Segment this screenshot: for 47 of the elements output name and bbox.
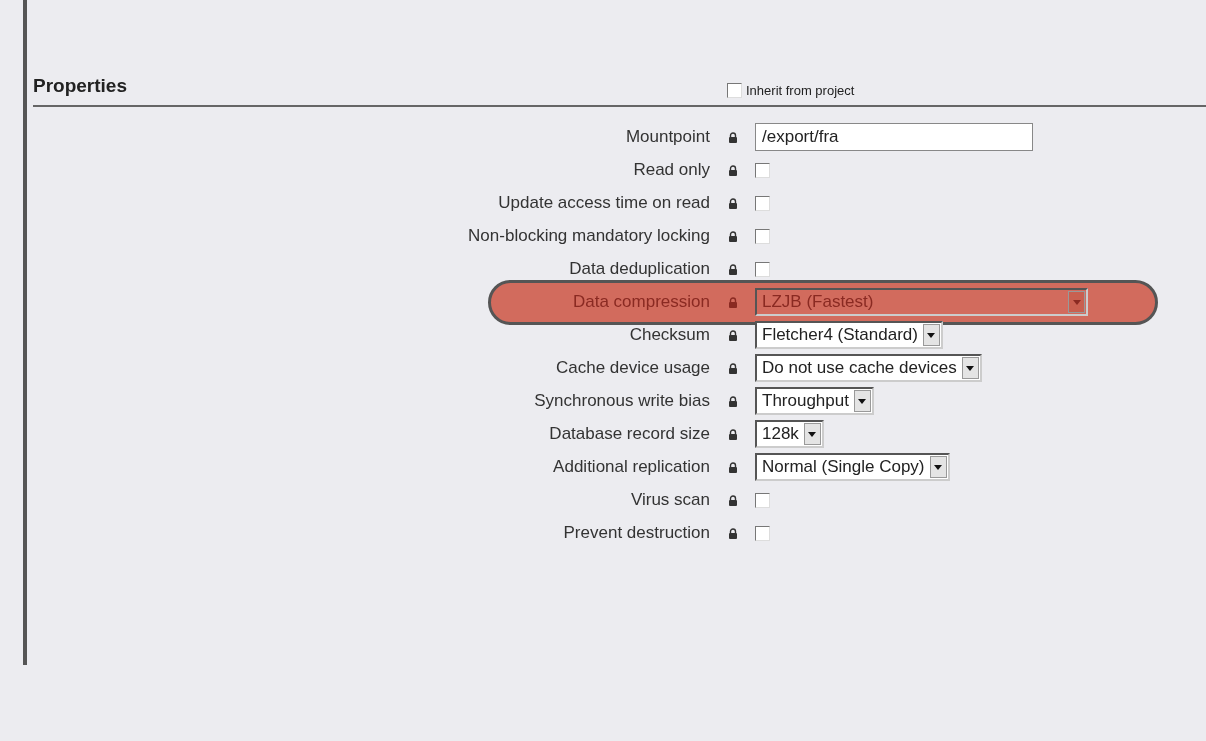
- field-label: Data deduplication: [569, 258, 710, 281]
- field-label: Database record size: [549, 423, 710, 446]
- field-label: Data compression: [573, 291, 710, 314]
- lock-icon: [727, 428, 738, 440]
- field-label: Read only: [633, 159, 710, 182]
- field-label: Additional replication: [553, 456, 710, 479]
- dropdown-value: Throughput: [761, 390, 850, 413]
- checkbox[interactable]: [755, 162, 770, 178]
- lock-icon: [727, 329, 738, 341]
- dropdown-value: Fletcher4 (Standard): [761, 324, 919, 347]
- lock-icon: [727, 395, 738, 407]
- checkbox[interactable]: [755, 525, 770, 541]
- lock-icon: [727, 230, 738, 242]
- lock-icon: [727, 164, 738, 176]
- dropdown-value: 128k: [761, 423, 800, 446]
- field-label: Checksum: [629, 324, 710, 347]
- checkbox[interactable]: [755, 195, 770, 211]
- field-label: Cache device usage: [555, 357, 710, 380]
- field-label: Virus scan: [630, 489, 710, 512]
- dropdown[interactable]: Fletcher4 (Standard): [755, 321, 943, 349]
- text-field[interactable]: /export/fra: [755, 123, 1033, 151]
- section-title: Properties: [33, 74, 128, 98]
- dropdown[interactable]: 128k: [755, 420, 824, 448]
- lock-icon: [727, 131, 738, 143]
- dropdown-value: LZJB (Fastest): [761, 291, 875, 314]
- checkbox[interactable]: [727, 83, 742, 99]
- dropdown[interactable]: Normal (Single Copy): [755, 453, 950, 481]
- lock-icon: [727, 263, 738, 275]
- checkbox-label: Inherit from project: [746, 82, 855, 100]
- lock-icon: [727, 296, 738, 308]
- checkbox[interactable]: [755, 492, 770, 508]
- lock-icon: [727, 362, 738, 374]
- field-label: Synchronous write bias: [534, 390, 710, 413]
- lock-icon: [727, 197, 738, 209]
- lock-icon: [727, 527, 738, 539]
- field-label: Non-blocking mandatory locking: [468, 225, 710, 248]
- dropdown[interactable]: Do not use cache devices: [755, 354, 982, 382]
- lock-icon: [727, 461, 738, 473]
- dropdown[interactable]: Throughput: [755, 387, 874, 415]
- field-label: Update access time on read: [498, 192, 710, 215]
- field-label: Mountpoint: [625, 126, 710, 149]
- dropdown-value: Normal (Single Copy): [761, 456, 926, 479]
- field-label: Prevent destruction: [563, 522, 710, 545]
- checkbox[interactable]: [755, 261, 770, 277]
- lock-icon: [727, 494, 738, 506]
- dropdown-value: Do not use cache devices: [761, 357, 958, 380]
- checkbox[interactable]: [755, 228, 770, 244]
